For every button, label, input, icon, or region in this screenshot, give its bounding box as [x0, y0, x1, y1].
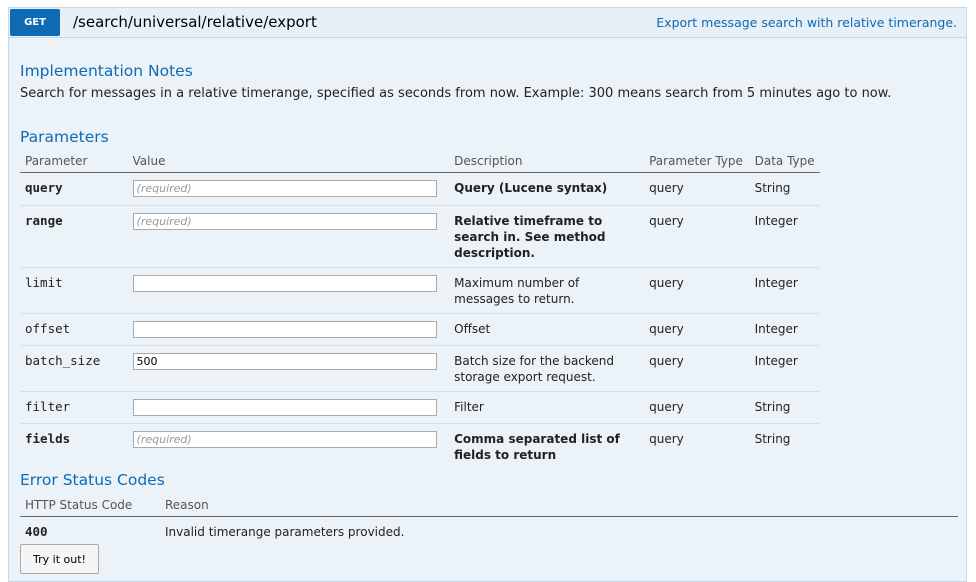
param-description: Query (Lucene syntax): [449, 172, 645, 206]
table-row: limit Maximum number of messages to retu…: [20, 267, 820, 314]
param-type: query: [649, 432, 684, 446]
param-type: query: [644, 313, 750, 346]
param-type: query: [644, 391, 750, 424]
limit-input[interactable]: [132, 275, 437, 292]
error-codes-table: HTTP Status Code Reason 400 Invalid time…: [20, 494, 958, 546]
param-description: Offset: [449, 313, 645, 346]
param-type: query: [644, 345, 750, 392]
table-row: fields Comma separated list of fields to…: [20, 424, 820, 470]
column-header: Description: [449, 150, 645, 173]
status-reason: Invalid timerange parameters provided.: [165, 525, 405, 539]
param-type: query: [644, 205, 750, 268]
param-name: offset: [20, 313, 128, 346]
query-input[interactable]: [132, 180, 437, 197]
param-name: limit: [20, 267, 128, 314]
range-input[interactable]: [132, 213, 437, 230]
table-row: query Query (Lucene syntax) query String: [20, 172, 820, 206]
table-row: batch_size Batch size for the backend st…: [20, 345, 820, 392]
column-header: Parameter: [20, 150, 128, 173]
column-header: Data Type: [749, 150, 820, 173]
implementation-notes-title: Implementation Notes: [20, 62, 193, 80]
data-type: Integer: [749, 313, 820, 346]
param-name: query: [20, 172, 128, 206]
fields-input[interactable]: [132, 431, 437, 448]
data-type: Integer: [749, 267, 820, 314]
parameters-title: Parameters: [20, 128, 109, 146]
http-method-badge[interactable]: GET: [10, 9, 60, 36]
operation-summary-link[interactable]: Export message search with relative time…: [656, 8, 957, 37]
column-header: Value: [127, 150, 450, 173]
operation-panel: GET /search/universal/relative/export Ex…: [8, 7, 967, 582]
data-type: String: [749, 172, 820, 206]
data-type: String: [754, 432, 791, 446]
implementation-notes-text: Search for messages in a relative timera…: [20, 86, 892, 101]
param-name: range: [20, 205, 128, 268]
parameters-table: Parameter Value Description Parameter Ty…: [20, 150, 820, 469]
table-row: range Relative timeframe to search in. S…: [20, 205, 820, 268]
parameters-header-row: Parameter Value Description Parameter Ty…: [20, 150, 820, 173]
error-codes-header-row: HTTP Status Code Reason: [20, 494, 958, 517]
try-it-out-button[interactable]: Try it out!: [20, 544, 99, 574]
table-row: offset Offset query Integer: [20, 313, 820, 346]
filter-input[interactable]: [132, 399, 437, 416]
operation-heading[interactable]: GET /search/universal/relative/export Ex…: [9, 8, 966, 38]
param-description: Relative timeframe to search in. See met…: [449, 205, 645, 268]
column-header: Reason: [160, 494, 958, 517]
offset-input[interactable]: [132, 321, 437, 338]
data-type: Integer: [749, 345, 820, 392]
status-code: 400: [25, 524, 48, 539]
batch-size-input[interactable]: [132, 353, 437, 370]
param-name: fields: [25, 431, 71, 446]
column-header: Parameter Type: [644, 150, 750, 173]
param-name: filter: [20, 391, 128, 424]
endpoint-path[interactable]: /search/universal/relative/export: [73, 8, 317, 37]
error-codes-title: Error Status Codes: [20, 471, 165, 489]
param-type: query: [644, 172, 750, 206]
param-type: query: [644, 267, 750, 314]
param-description: Comma separated list of fields to return: [454, 432, 620, 462]
param-name: batch_size: [20, 345, 128, 392]
param-description: Batch size for the backend storage expor…: [449, 345, 645, 392]
table-row: 400 Invalid timerange parameters provide…: [20, 517, 958, 547]
data-type: Integer: [749, 205, 820, 268]
param-description: Filter: [449, 391, 645, 424]
data-type: String: [749, 391, 820, 424]
table-row: filter Filter query String: [20, 391, 820, 424]
column-header: HTTP Status Code: [20, 494, 160, 517]
param-description: Maximum number of messages to return.: [449, 267, 645, 314]
